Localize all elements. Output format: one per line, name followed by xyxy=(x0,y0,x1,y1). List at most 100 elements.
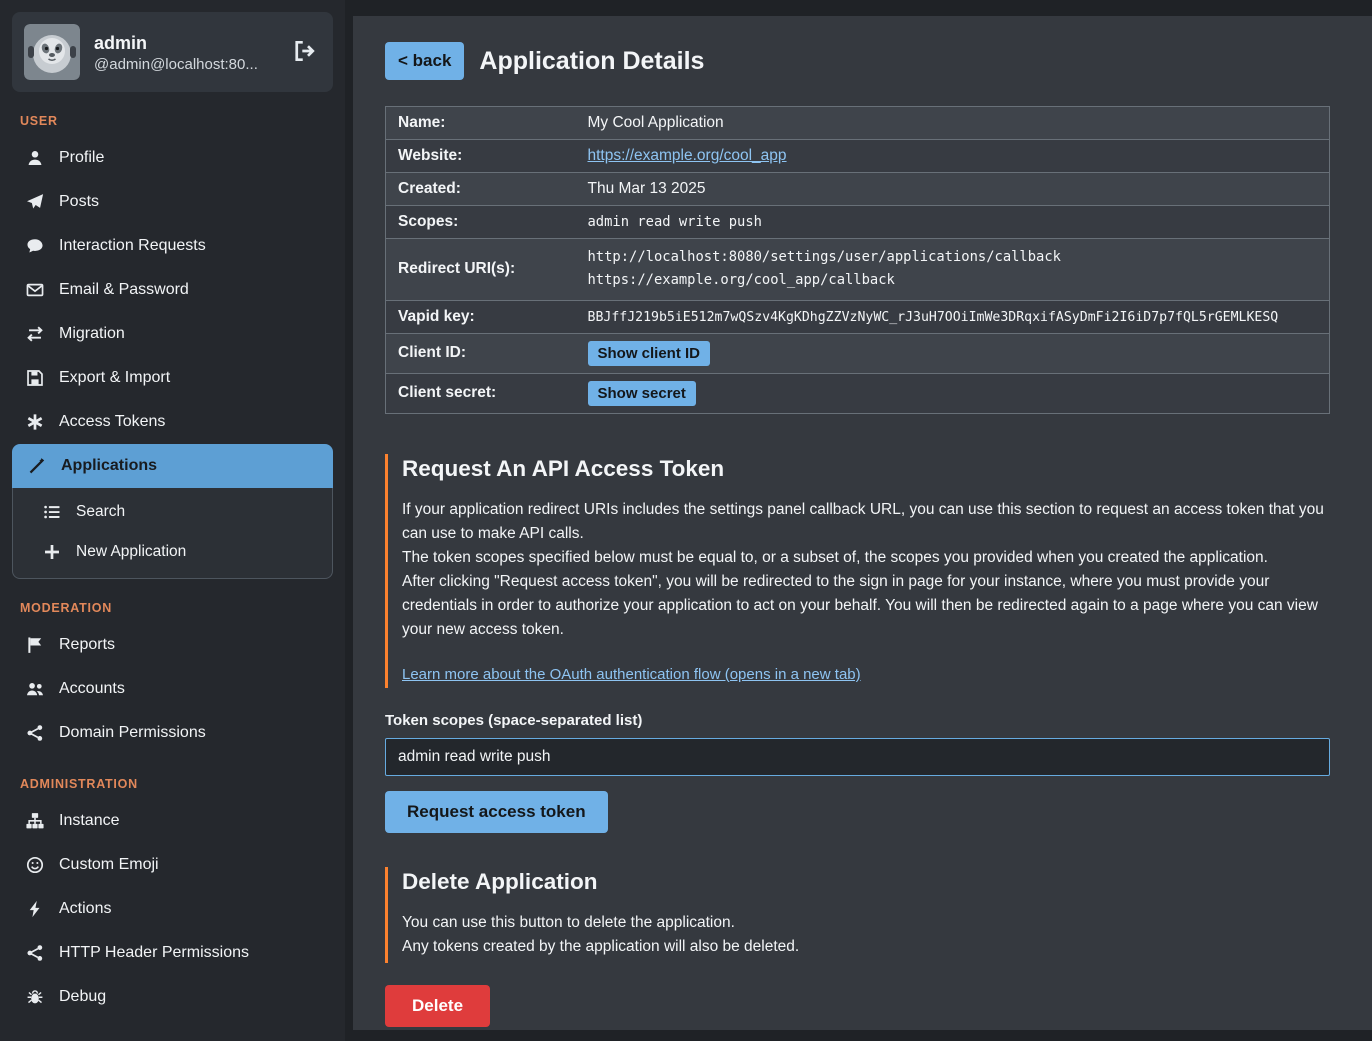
sidebar-item-label: Export & Import xyxy=(59,367,170,389)
sidebar-item-domain-permissions[interactable]: Domain Permissions xyxy=(10,711,335,755)
row-label: Website: xyxy=(386,140,576,173)
delete-paragraph-1: You can use this button to delete the ap… xyxy=(402,911,1330,935)
show-secret-button[interactable]: Show secret xyxy=(588,381,696,406)
sidebar-item-email-password[interactable]: Email & Password xyxy=(10,268,335,312)
scopes-value: admin read write push xyxy=(588,214,762,230)
sidebar-item-label: HTTP Header Permissions xyxy=(59,942,249,964)
network-icon xyxy=(24,944,46,962)
sidebar-item-label: Access Tokens xyxy=(59,411,165,433)
table-row-website: Website: https://example.org/cool_app xyxy=(386,140,1330,173)
paper-plane-icon xyxy=(24,193,46,211)
sidebar-item-profile[interactable]: Profile xyxy=(10,136,335,180)
request-token-paragraph-1: If your application redirect URIs includ… xyxy=(402,498,1330,546)
sidebar-item-debug[interactable]: Debug xyxy=(10,975,335,1019)
bolt-icon xyxy=(24,900,46,918)
request-access-token-button[interactable]: Request access token xyxy=(385,791,608,833)
save-icon xyxy=(24,369,46,387)
website-link[interactable]: https://example.org/cool_app xyxy=(588,147,787,164)
sidebar-item-actions[interactable]: Actions xyxy=(10,887,335,931)
sidebar-item-migration[interactable]: Migration xyxy=(10,312,335,356)
sidebar-item-label: Interaction Requests xyxy=(59,235,206,257)
sidebar-item-label: Reports xyxy=(59,634,115,656)
delete-paragraph-2: Any tokens created by the application wi… xyxy=(402,935,1330,959)
sidebar-item-label: Accounts xyxy=(59,678,125,700)
show-client-id-button[interactable]: Show client ID xyxy=(588,341,711,366)
user-name: admin xyxy=(94,31,258,55)
sidebar-item-applications[interactable]: Applications xyxy=(12,444,333,488)
sidebar-item-label: Posts xyxy=(59,191,99,213)
row-label: Vapid key: xyxy=(386,300,576,333)
main-content: < back Application Details Name: My Cool… xyxy=(353,16,1372,1030)
sidebar-item-label: Migration xyxy=(59,323,125,345)
delete-button[interactable]: Delete xyxy=(385,985,490,1027)
row-label: Redirect URI(s): xyxy=(386,239,576,301)
table-row-name: Name: My Cool Application xyxy=(386,107,1330,140)
plus-icon xyxy=(41,543,63,561)
sitemap-icon xyxy=(24,812,46,830)
sidebar-item-label: Debug xyxy=(59,986,106,1008)
sidebar-item-label: Custom Emoji xyxy=(59,854,159,876)
section-label-moderation: MODERATION xyxy=(20,601,329,615)
sidebar-item-custom-emoji[interactable]: Custom Emoji xyxy=(10,843,335,887)
logout-button[interactable] xyxy=(289,35,321,70)
list-icon xyxy=(41,503,63,521)
users-icon xyxy=(24,680,46,698)
request-token-paragraph-3: After clicking "Request access token", y… xyxy=(402,570,1330,642)
sidebar-item-instance[interactable]: Instance xyxy=(10,799,335,843)
user-icon xyxy=(24,149,46,167)
sidebar-item-applications-search[interactable]: Search xyxy=(13,492,332,532)
logout-icon xyxy=(293,51,317,66)
sidebar-item-access-tokens[interactable]: Access Tokens xyxy=(10,400,335,444)
applications-subnav: Search New Application xyxy=(12,488,333,579)
certificate-icon xyxy=(24,413,46,431)
sidebar-item-accounts[interactable]: Accounts xyxy=(10,667,335,711)
flag-icon xyxy=(24,636,46,654)
sidebar-item-label: Search xyxy=(76,501,125,523)
sidebar-item-interaction-requests[interactable]: Interaction Requests xyxy=(10,224,335,268)
sidebar-item-label: Domain Permissions xyxy=(59,722,206,744)
delete-application-section: Delete Application You can use this butt… xyxy=(385,867,1330,963)
sidebar-item-label: Instance xyxy=(59,810,119,832)
sidebar: admin @admin@localhost:80... USER Profil… xyxy=(0,0,345,1041)
row-label: Client secret: xyxy=(386,373,576,413)
table-row-vapid-key: Vapid key: BBJffJ219b5iE512m7wQSzv4KgKDh… xyxy=(386,300,1330,333)
oauth-docs-link[interactable]: Learn more about the OAuth authenticatio… xyxy=(402,666,861,683)
redirect-uri-1: http://localhost:8080/settings/user/appl… xyxy=(588,246,1318,269)
app-name-value: My Cool Application xyxy=(588,114,724,131)
sidebar-item-label: New Application xyxy=(76,541,186,563)
row-label: Name: xyxy=(386,107,576,140)
back-button[interactable]: < back xyxy=(385,42,464,80)
token-scopes-input[interactable] xyxy=(385,738,1330,776)
sidebar-item-label: Email & Password xyxy=(59,279,189,301)
envelope-icon xyxy=(24,281,46,299)
user-handle: @admin@localhost:80... xyxy=(94,56,258,73)
section-label-user: USER xyxy=(20,114,329,128)
sidebar-item-export-import[interactable]: Export & Import xyxy=(10,356,335,400)
exchange-icon xyxy=(24,325,46,343)
sidebar-item-label: Actions xyxy=(59,898,111,920)
table-row-client-secret: Client secret: Show secret xyxy=(386,373,1330,413)
token-scopes-label: Token scopes (space-separated list) xyxy=(385,712,1330,729)
sidebar-item-new-application[interactable]: New Application xyxy=(13,532,332,572)
comment-icon xyxy=(24,237,46,255)
created-value: Thu Mar 13 2025 xyxy=(588,180,706,197)
redirect-uri-2: https://example.org/cool_app/callback xyxy=(588,269,1318,292)
sidebar-item-label: Applications xyxy=(61,455,157,477)
row-label: Created: xyxy=(386,173,576,206)
row-label: Client ID: xyxy=(386,333,576,373)
wand-icon xyxy=(26,457,48,475)
request-token-heading: Request An API Access Token xyxy=(402,456,1330,482)
vapid-key-value: BBJffJ219b5iE512m7wQSzv4KgKDhgZZVzNyWC_r… xyxy=(588,310,1279,325)
user-card[interactable]: admin @admin@localhost:80... xyxy=(12,12,333,92)
request-token-paragraph-2: The token scopes specified below must be… xyxy=(402,546,1330,570)
user-meta: admin @admin@localhost:80... xyxy=(94,31,258,72)
application-details-table: Name: My Cool Application Website: https… xyxy=(385,106,1330,414)
sidebar-item-http-header-permissions[interactable]: HTTP Header Permissions xyxy=(10,931,335,975)
request-token-section: Request An API Access Token If your appl… xyxy=(385,454,1330,688)
share-nodes-icon xyxy=(24,724,46,742)
table-row-redirect-uris: Redirect URI(s): http://localhost:8080/s… xyxy=(386,239,1330,301)
sidebar-item-reports[interactable]: Reports xyxy=(10,623,335,667)
sidebar-item-posts[interactable]: Posts xyxy=(10,180,335,224)
table-row-created: Created: Thu Mar 13 2025 xyxy=(386,173,1330,206)
delete-heading: Delete Application xyxy=(402,869,1330,895)
